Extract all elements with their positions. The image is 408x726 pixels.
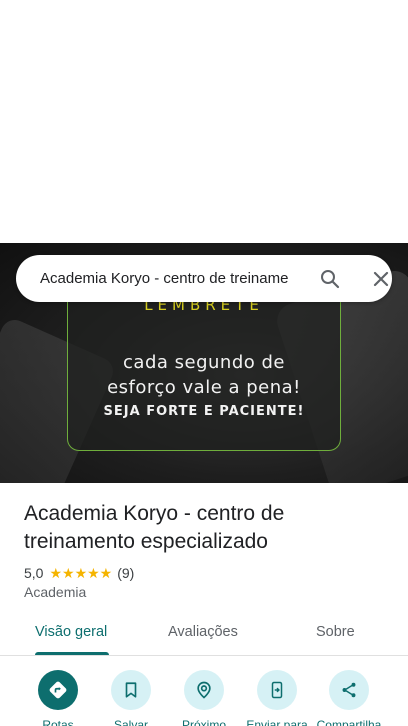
rating-stars-icon: ★★★★★ bbox=[49, 564, 113, 581]
nearby-button[interactable]: Próximo bbox=[164, 670, 244, 726]
reminder-subline: SEJA FORTE E PACIENTE! bbox=[103, 404, 305, 419]
close-icon[interactable] bbox=[369, 267, 393, 291]
place-title: Academia Koryo - centro de treinamento e… bbox=[24, 500, 384, 556]
tab-reviews[interactable]: Avaliações bbox=[168, 624, 238, 640]
directions-label: Rotas bbox=[42, 718, 74, 726]
place-category[interactable]: Academia bbox=[24, 584, 86, 600]
reminder-quote-line1: cada segundo de bbox=[123, 352, 285, 373]
reminder-quote: cada segundo de esforço vale a pena! bbox=[0, 350, 408, 400]
share-icon bbox=[329, 670, 369, 710]
search-bar[interactable]: Academia Koryo - centro de treinamento e… bbox=[16, 255, 392, 302]
directions-button[interactable]: Rotas bbox=[18, 670, 98, 726]
share-label: Compartilha bbox=[316, 718, 382, 726]
save-label: Salvar bbox=[113, 718, 148, 726]
review-count[interactable]: (9) bbox=[117, 565, 134, 581]
nearby-label: Próximo bbox=[181, 718, 226, 726]
rating-row[interactable]: 5,0 ★★★★★ (9) bbox=[24, 563, 134, 583]
action-bar: Rotas Salvar Próximo Enviar para Compart… bbox=[0, 668, 408, 726]
send-to-phone-button[interactable]: Enviar para bbox=[237, 670, 317, 726]
nearby-icon bbox=[184, 670, 224, 710]
reminder-quote-line2: esforço vale a pena! bbox=[107, 377, 301, 398]
tab-active-indicator bbox=[35, 652, 109, 655]
bookmark-icon bbox=[111, 670, 151, 710]
place-title-line1: Academia Koryo - centro de bbox=[24, 502, 285, 525]
directions-icon bbox=[38, 670, 78, 710]
search-icon[interactable] bbox=[318, 267, 342, 291]
place-page: LEMBRETE cada segundo de esforço vale a … bbox=[0, 0, 408, 726]
share-button[interactable]: Compartilha bbox=[309, 670, 389, 726]
tab-about[interactable]: Sobre bbox=[316, 624, 355, 640]
send-to-phone-label: Enviar para bbox=[246, 718, 308, 726]
tab-bar: Visão geral Avaliações Sobre bbox=[0, 612, 408, 656]
rating-value: 5,0 bbox=[24, 565, 44, 581]
send-to-phone-icon bbox=[257, 670, 297, 710]
search-input[interactable]: Academia Koryo - centro de treinamento e… bbox=[40, 268, 288, 290]
tab-overview[interactable]: Visão geral bbox=[35, 624, 107, 640]
place-title-line2: treinamento especializado bbox=[24, 530, 268, 553]
save-button[interactable]: Salvar bbox=[91, 670, 171, 726]
